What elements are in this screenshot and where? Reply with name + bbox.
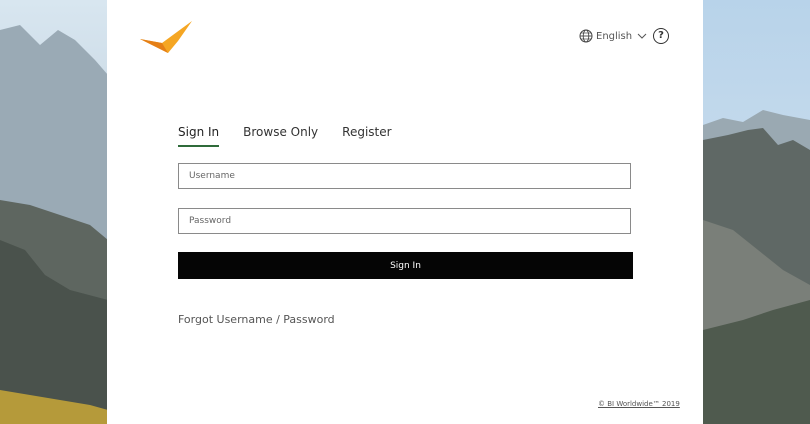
help-icon[interactable]: ?	[653, 28, 669, 44]
username-input[interactable]	[178, 163, 631, 189]
bird-logo-icon[interactable]	[140, 21, 192, 55]
tab-sign-in[interactable]: Sign In	[178, 125, 220, 147]
sign-in-button[interactable]: Sign In	[178, 252, 633, 279]
tab-register[interactable]: Register	[342, 125, 391, 147]
globe-icon	[579, 29, 593, 43]
login-panel: English ? Sign In Browse Only Register S…	[107, 0, 703, 424]
copyright-link[interactable]: © BI Worldwide™ 2019	[598, 400, 680, 408]
language-selector[interactable]: English	[579, 28, 647, 44]
mountain-image-right	[703, 0, 810, 424]
auth-tabs: Sign In Browse Only Register	[178, 125, 392, 147]
chevron-down-icon	[637, 33, 647, 39]
language-label: English	[596, 30, 633, 42]
password-input[interactable]	[178, 208, 631, 234]
mountain-image-left	[0, 0, 108, 424]
tab-browse-only[interactable]: Browse Only	[243, 125, 318, 147]
forgot-credentials-link[interactable]: Forgot Username / Password	[178, 313, 335, 326]
